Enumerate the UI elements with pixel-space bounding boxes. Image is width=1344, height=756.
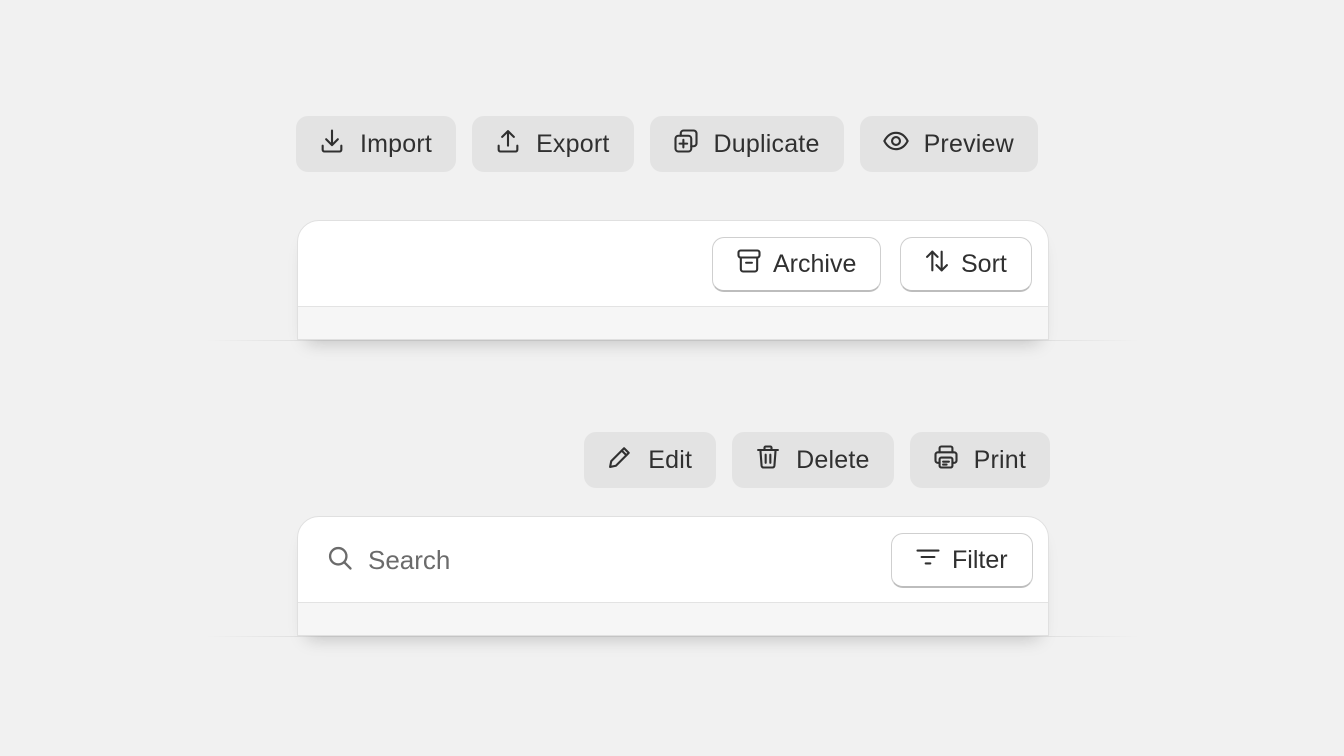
duplicate-button[interactable]: Duplicate	[649, 116, 844, 172]
print-label: Print	[973, 445, 1026, 474]
divider	[205, 636, 1140, 637]
export-button[interactable]: Export	[472, 116, 634, 172]
card-header: Filter	[298, 517, 1048, 603]
preview-button[interactable]: Preview	[859, 116, 1038, 172]
sort-button[interactable]: Sort	[900, 237, 1032, 292]
canvas: Import Export Duplicate Preview Archive …	[0, 0, 1344, 756]
search-input[interactable]	[368, 544, 848, 576]
delete-button[interactable]: Delete	[732, 432, 894, 488]
edit-label: Edit	[648, 445, 693, 474]
preview-label: Preview	[923, 129, 1014, 158]
sort-arrows-icon	[923, 247, 951, 282]
export-label: Export	[536, 129, 610, 158]
card-footer-strip	[298, 603, 1048, 635]
filter-label: Filter	[952, 545, 1008, 574]
toolbar-card-archive: Archive Sort	[297, 220, 1049, 340]
pencil-icon	[606, 443, 634, 478]
delete-label: Delete	[796, 445, 870, 474]
toolbar-card-search: Filter	[297, 516, 1049, 636]
printer-icon	[932, 443, 960, 478]
import-label: Import	[360, 129, 433, 158]
import-button[interactable]: Import	[296, 116, 457, 172]
import-icon	[318, 127, 346, 162]
search-icon	[326, 544, 354, 577]
search-field[interactable]	[326, 517, 848, 603]
archive-label: Archive	[773, 249, 857, 278]
print-button[interactable]: Print	[909, 432, 1050, 488]
card-header: Archive Sort	[298, 221, 1048, 307]
trash-icon	[754, 443, 782, 478]
filter-button[interactable]: Filter	[891, 533, 1033, 588]
card-footer-strip	[298, 307, 1048, 339]
duplicate-label: Duplicate	[713, 129, 820, 158]
archive-button[interactable]: Archive	[712, 237, 882, 292]
export-icon	[494, 127, 522, 162]
bottom-action-row: Edit Delete Print	[584, 432, 1050, 488]
divider	[205, 340, 1140, 341]
duplicate-icon	[672, 127, 700, 162]
edit-button[interactable]: Edit	[584, 432, 717, 488]
top-action-row: Import Export Duplicate Preview	[296, 116, 1038, 172]
archive-icon	[735, 247, 763, 282]
filter-icon	[914, 543, 942, 578]
eye-icon	[882, 127, 910, 162]
sort-label: Sort	[961, 249, 1007, 278]
